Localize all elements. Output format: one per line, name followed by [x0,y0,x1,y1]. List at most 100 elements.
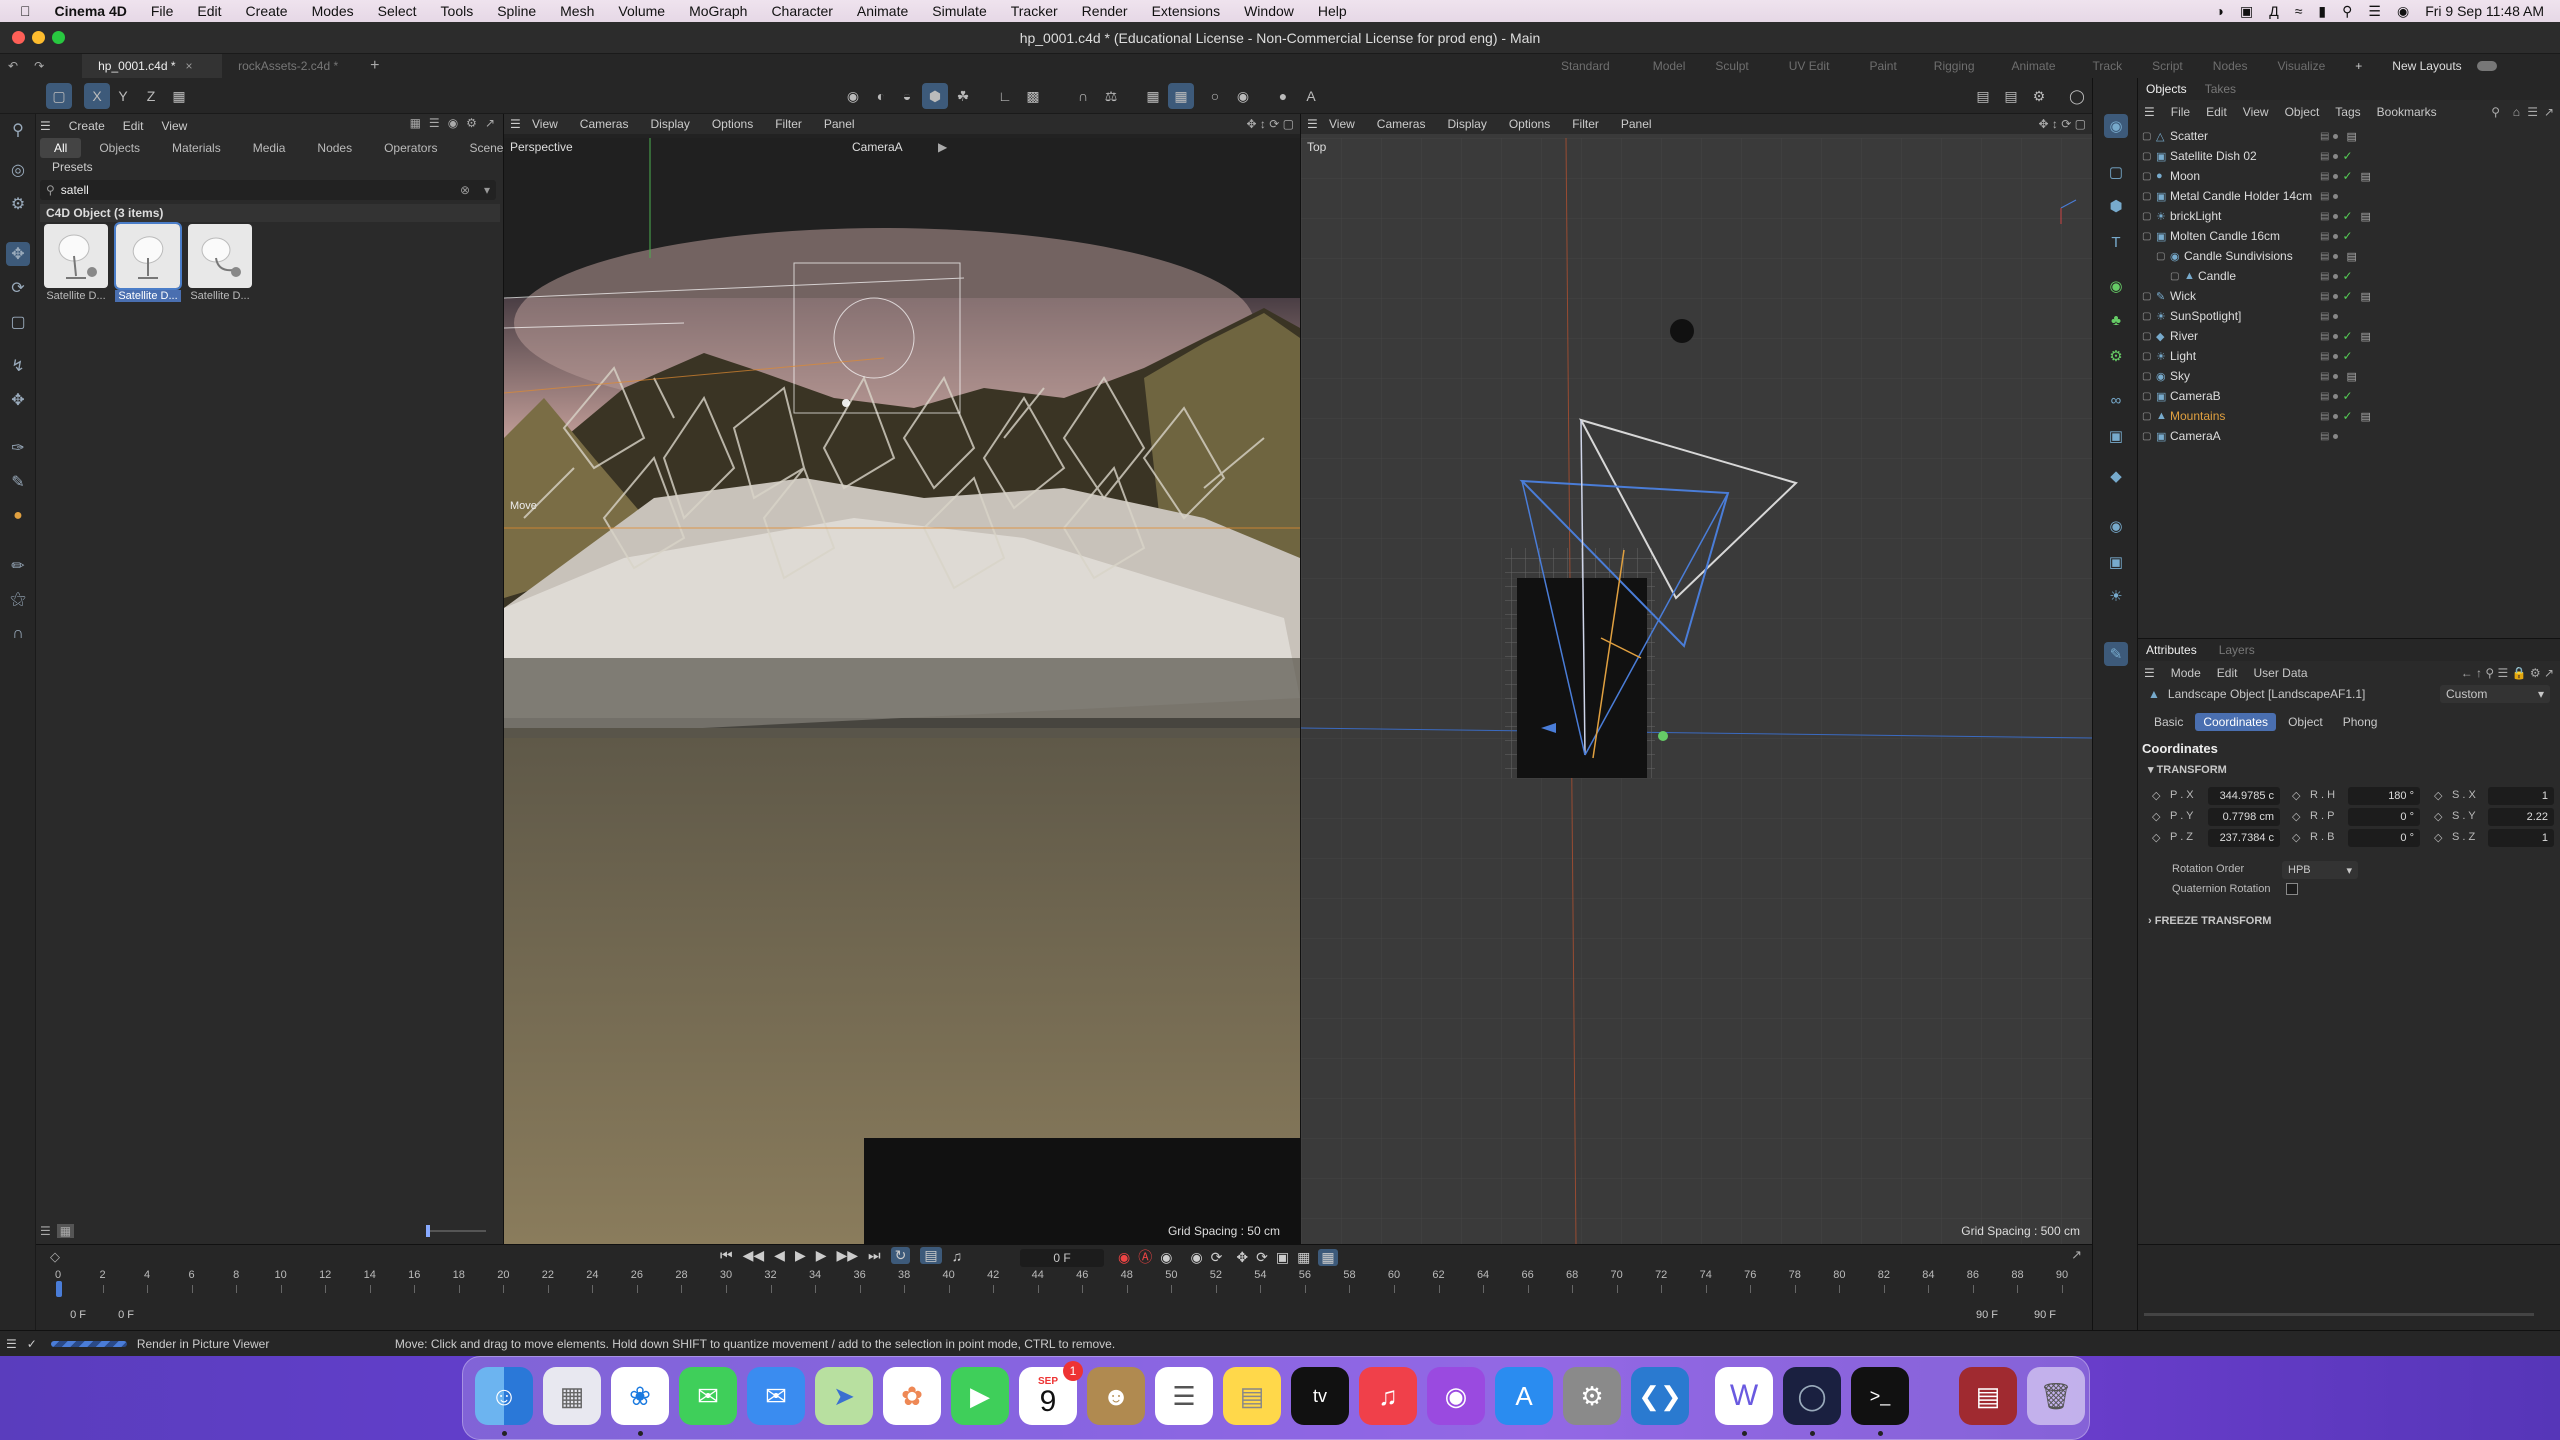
key-pla-icon[interactable]: ▦ [1297,1249,1310,1266]
object-tree-row[interactable]: ▢ ◉ Sky ▤ ▤ [2138,366,2560,386]
menu-mograph[interactable]: MoGraph [677,3,759,19]
editor-visibility-dot[interactable] [2333,413,2339,419]
menu-modes[interactable]: Modes [300,3,366,19]
add-layout-icon[interactable]: + [2340,59,2377,73]
viewport-solo-icon[interactable]: ● [1270,83,1296,109]
tag-icon[interactable]: ▤ [2361,170,2371,183]
rb-keyframe-icon[interactable]: ◇ [2292,831,2300,844]
menubar-clock[interactable]: Fri 9 Sep 11:48 AM [2425,3,2544,19]
expand-toggle-icon[interactable]: ▢ [2156,251,2165,262]
clear-search-icon[interactable]: ⊗ [460,183,470,197]
object-tree-row[interactable]: ▢ ◆ River ▤ ✓ ▤ [2138,326,2560,346]
rotation-order-dropdown[interactable]: HPB ▾ [2282,861,2358,879]
object-visibility-tags[interactable]: ▤ ✓ ▤ [2320,289,2371,303]
editor-visibility-dot[interactable] [2333,273,2339,279]
sy-field[interactable]: 2.22 [2488,808,2554,826]
layout-visualize[interactable]: Visualize [2262,59,2340,73]
layout-nodes[interactable]: Nodes [2198,59,2263,73]
system-preferences-icon[interactable]: ⚙ [1563,1367,1621,1425]
coordinate-system-icon[interactable]: ▦ [166,83,192,109]
preset-dropdown[interactable]: Custom ▾ [2440,685,2550,703]
object-name[interactable]: Mountains [2170,409,2225,423]
object-name[interactable]: Satellite Dish 02 [2170,149,2257,163]
asset-thumbnail-selected[interactable] [114,222,182,290]
layer-icon[interactable]: ▤ [2320,191,2329,202]
edges-mode-icon[interactable]: ◐ [868,83,894,109]
podcasts-icon[interactable]: ◉ [1427,1367,1485,1425]
object-name[interactable]: brickLight [2170,209,2221,223]
sound-icon[interactable]: ♫ [952,1248,963,1264]
current-frame-field[interactable]: 0 F [1020,1249,1104,1267]
vp-menu-display[interactable]: Display [650,117,689,131]
tab-document-inactive[interactable]: rockAssets-2.c4d * [222,54,362,78]
menu-character[interactable]: Character [759,3,844,19]
layout-track[interactable]: Track [2071,59,2138,73]
menu-file[interactable]: File [139,3,186,19]
grid-view-icon[interactable]: ▦ [410,116,421,130]
layer-icon[interactable]: ▤ [2320,291,2329,302]
camera-link-icon[interactable]: ▶ [938,140,947,154]
asset-menu-view[interactable]: View [161,119,187,133]
photos-icon[interactable]: ✿ [883,1367,941,1425]
object-tree-row[interactable]: ▢ ▲ Candle ▤ ✓ [2138,266,2560,286]
editor-visibility-dot[interactable] [2333,173,2339,179]
vscode-icon[interactable]: ❮❯ [1631,1367,1689,1425]
layout-uv-edit[interactable]: UV Edit [1764,59,1845,73]
spline-icon[interactable]: ∞ [2104,388,2128,412]
om-search-icon[interactable]: ⚲ [2491,105,2500,119]
vp-menu-options[interactable]: Options [712,117,753,131]
menu-select[interactable]: Select [366,3,429,19]
sx-field[interactable]: 1 [2488,787,2554,805]
menu-edit[interactable]: Edit [185,3,233,19]
enabled-check-icon[interactable]: ✓ [2342,229,2352,243]
editor-visibility-dot[interactable] [2333,293,2339,299]
enabled-check-icon[interactable]: ✓ [2342,389,2352,403]
expand-toggle-icon[interactable]: ▢ [2142,151,2151,162]
menu-tools[interactable]: Tools [429,3,486,19]
subtab-coordinates[interactable]: Coordinates [2195,713,2277,731]
layer-icon[interactable]: ▤ [2320,331,2329,342]
object-name[interactable]: CameraA [2170,429,2221,443]
rp-field[interactable]: 0 ° [2348,808,2420,826]
zoom-window-button[interactable] [52,31,65,44]
py-field[interactable]: 0.7798 cm [2208,808,2280,826]
key-all-icon[interactable]: ▦ [1318,1248,1338,1266]
workplane-icon[interactable]: ∟ [992,83,1018,109]
om-home-icon[interactable]: ⌂ [2513,105,2520,119]
asset-tab-media[interactable]: Media [239,138,300,158]
vp-menu-filter[interactable]: Filter [1572,117,1599,131]
asset-tab-nodes[interactable]: Nodes [303,138,366,158]
go-to-start-icon[interactable]: ⏮ [720,1247,733,1264]
object-tree-row[interactable]: ▢ ▣ CameraA ▤ [2138,426,2560,446]
list-view-icon[interactable]: ☰ [40,1224,51,1238]
bluetooth-icon[interactable]: Д [2269,3,2278,19]
menu-tracker[interactable]: Tracker [999,3,1070,19]
apple-tv-icon[interactable]: tv [1291,1367,1349,1425]
viewport-hamburger-icon[interactable]: ☰ [510,117,521,131]
menu-mesh[interactable]: Mesh [548,3,606,19]
points-mode-icon[interactable]: ◉ [840,83,866,109]
frame-end-field[interactable]: 90 F [2016,1309,2056,1321]
record-icon[interactable]: ◉ [448,116,458,130]
render-camera-icon[interactable]: ▣ [2104,550,2128,574]
vp-nav-icons[interactable]: ✥ ↕ ⟳ ▢ [2039,117,2086,131]
viewport-hamburger-icon[interactable]: ☰ [1307,117,1318,131]
render-region-icon[interactable]: ▤ [1970,83,1996,109]
object-visibility-tags[interactable]: ▤ ✓ ▤ [2320,329,2371,343]
menu-window[interactable]: Window [1232,3,1306,19]
attr-menu-edit[interactable]: Edit [2217,666,2238,680]
vp-menu-panel[interactable]: Panel [824,117,855,131]
sz-keyframe-icon[interactable]: ◇ [2434,831,2442,844]
move-tool-icon[interactable]: ✥ [6,242,30,266]
key-scale-icon[interactable]: ▣ [1276,1249,1289,1266]
object-name[interactable]: Candle Sundivisions [2184,249,2293,263]
py-keyframe-icon[interactable]: ◇ [2152,810,2160,823]
app-store-icon[interactable]: A [1495,1367,1553,1425]
soft-selection-icon[interactable]: ⚖ [1098,83,1124,109]
contacts-icon[interactable]: ☻ [1087,1367,1145,1425]
archive-folder-icon[interactable]: ▤ [1959,1367,2017,1425]
object-name[interactable]: Sky [2170,369,2190,383]
rotate-tool-icon[interactable]: ⟳ [6,276,30,300]
asset-menu-create[interactable]: Create [69,119,105,133]
uv-icon[interactable]: ▩ [1020,83,1046,109]
